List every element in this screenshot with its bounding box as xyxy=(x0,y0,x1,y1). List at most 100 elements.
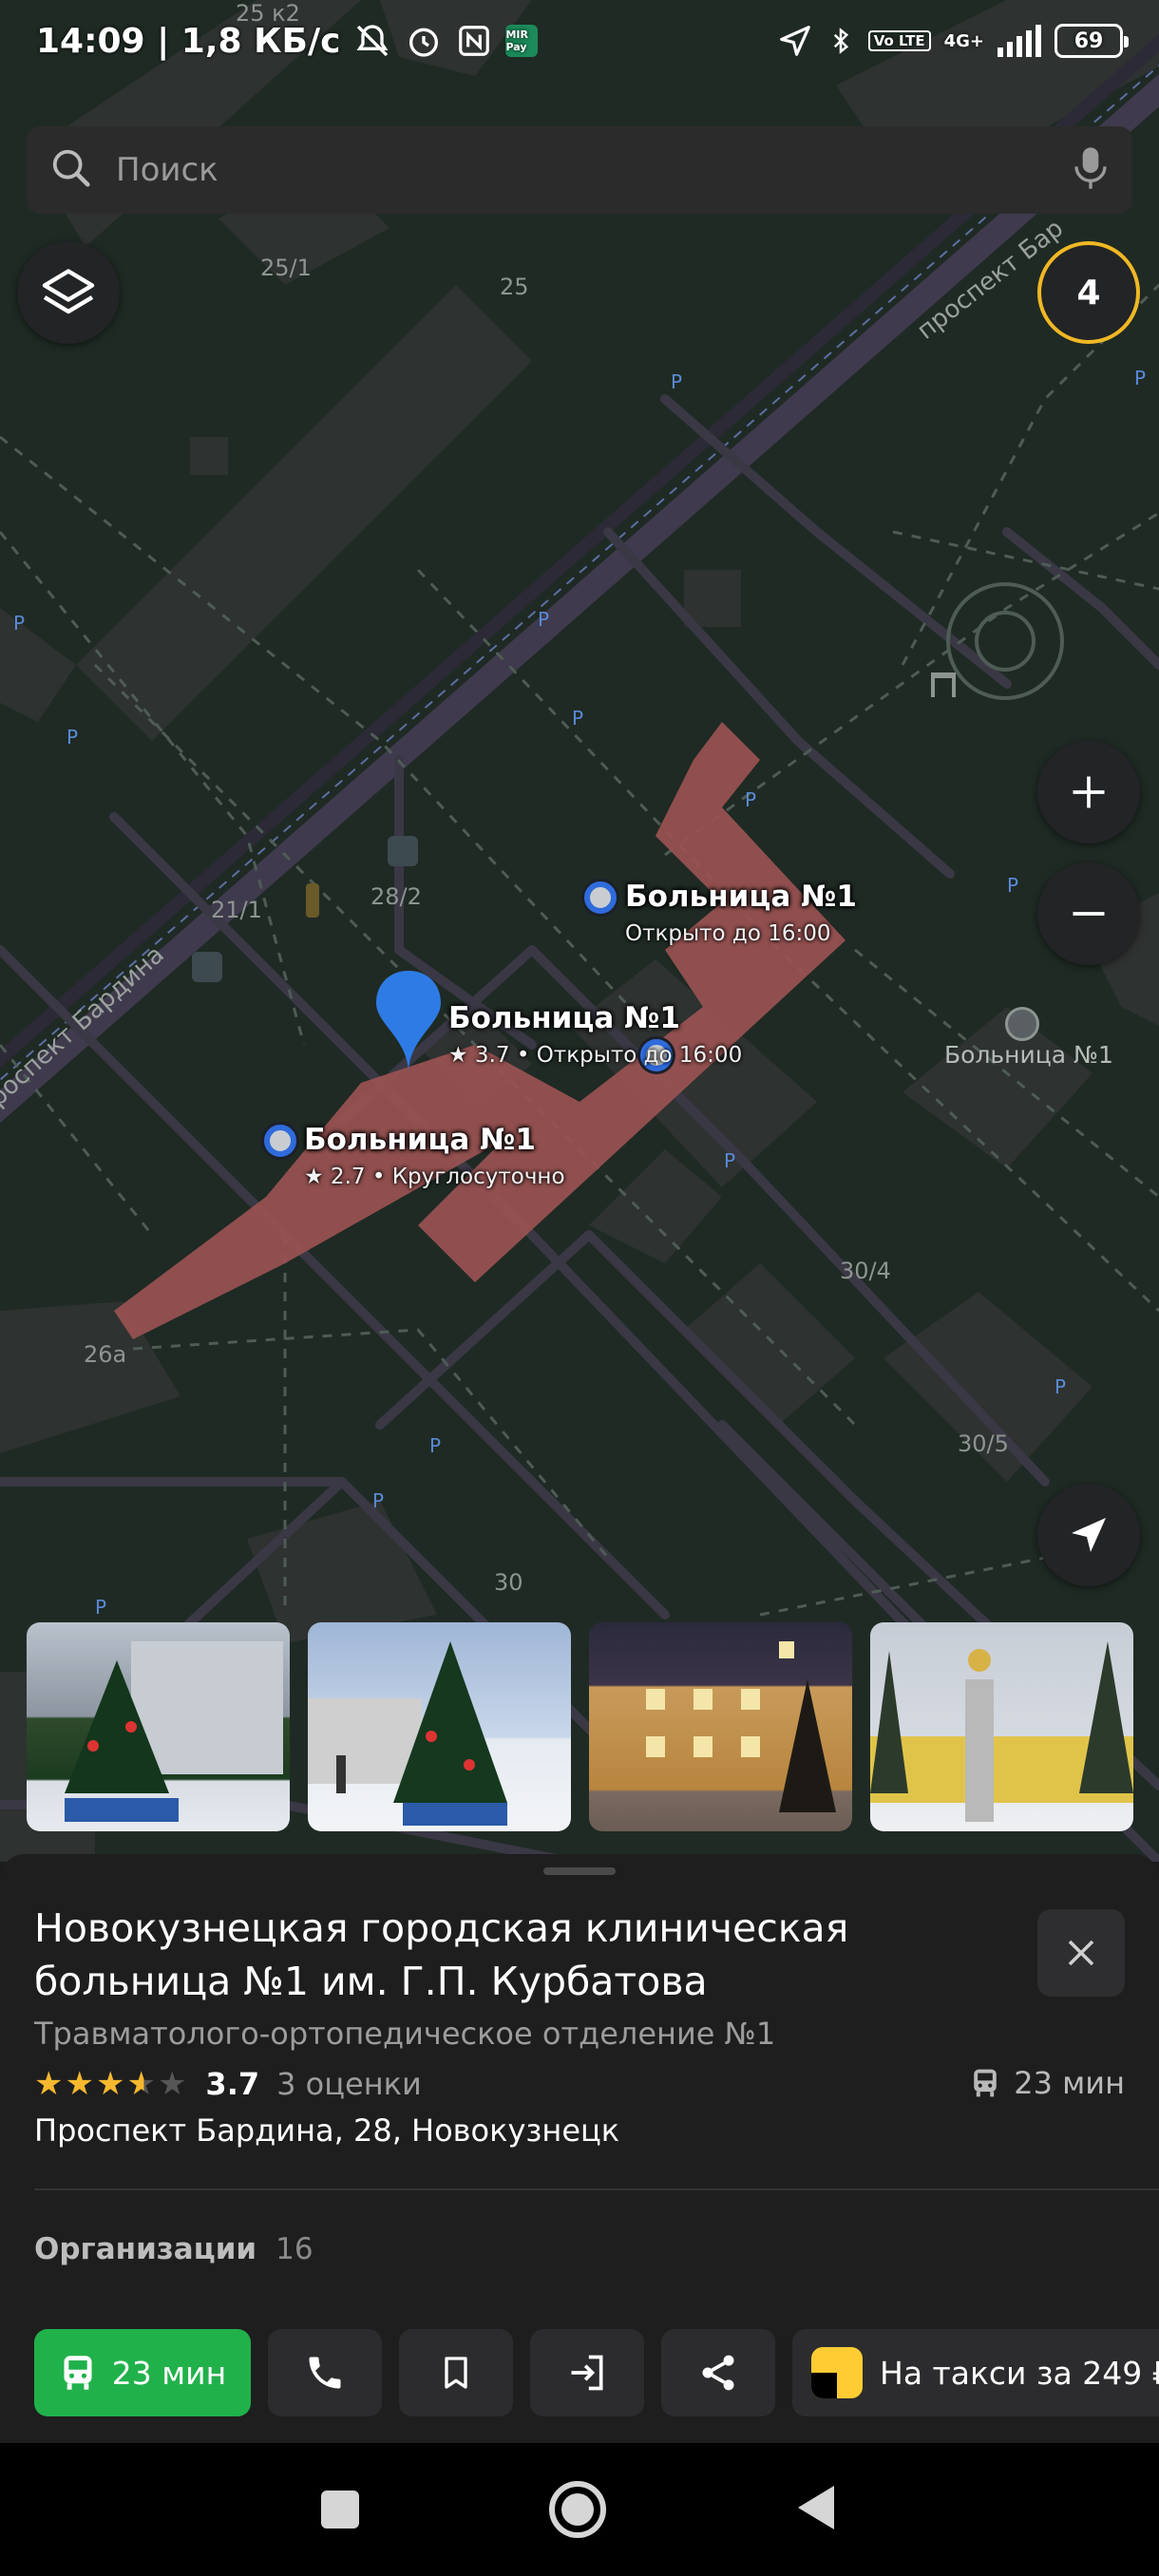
recents-button[interactable] xyxy=(321,2491,359,2529)
home-icon xyxy=(561,2493,594,2526)
house-number: 30 xyxy=(494,1569,523,1596)
star-icon: ★ xyxy=(65,2065,94,2103)
transit-time-label: 23 мин xyxy=(1014,2065,1125,2101)
call-button[interactable] xyxy=(268,2329,382,2416)
signal-icon xyxy=(998,25,1041,57)
bus-stop-icon[interactable] xyxy=(388,836,418,866)
place-photo[interactable] xyxy=(27,1622,290,1831)
enter-button[interactable] xyxy=(530,2329,644,2416)
taxi-label: На такси за 249 ₽ xyxy=(880,2354,1159,2392)
poi-title[interactable]: Больница №1 xyxy=(625,880,857,914)
parking-icon: P xyxy=(66,726,79,748)
place-photo[interactable] xyxy=(589,1622,852,1831)
location-arrow-icon xyxy=(777,23,813,59)
selected-pin-icon[interactable] xyxy=(372,969,445,1075)
close-button[interactable] xyxy=(1037,1909,1125,1997)
place-title: Новокузнецкая городская клиническая боль… xyxy=(34,1905,849,2004)
hospital-icon[interactable] xyxy=(1005,1007,1039,1041)
organizations-row[interactable]: Организации 16 xyxy=(34,2232,314,2266)
poi-title[interactable]: Больница №1 xyxy=(448,1001,680,1035)
parking-icon: P xyxy=(1134,367,1147,389)
place-address[interactable]: Проспект Бардина, 28, Новокузнецк xyxy=(34,2112,619,2149)
network-type: 4G+ xyxy=(943,30,984,51)
star-half-icon: ★ xyxy=(126,2065,156,2103)
phone-icon xyxy=(309,2357,341,2389)
parking-icon: P xyxy=(1007,874,1019,897)
parking-icon: P xyxy=(95,1596,107,1619)
share-button[interactable] xyxy=(661,2329,775,2416)
place-photo[interactable] xyxy=(870,1622,1133,1831)
mir-pay-icon: MIR Pay xyxy=(505,25,539,57)
star-icon: ★ xyxy=(95,2065,125,2103)
route-button[interactable]: 23 мин xyxy=(34,2329,251,2416)
close-icon xyxy=(1068,1940,1094,1966)
home-button[interactable] xyxy=(549,2481,606,2538)
parking-icon: P xyxy=(429,1434,442,1457)
nfc-icon xyxy=(456,23,492,59)
poi-marker[interactable] xyxy=(584,881,617,914)
route-time-label: 23 мин xyxy=(111,2354,227,2392)
bookmark-icon xyxy=(445,2357,467,2389)
place-category: Травматолого-ортопедическое отделение №1 xyxy=(34,2016,776,2052)
rating-row[interactable]: ★ ★ ★ ★ ★ 3.7 3 оценки xyxy=(34,2065,422,2103)
rating-value: 3.7 xyxy=(205,2066,260,2102)
map-view[interactable]: 25 к2 25/1 25 21/1 28/2 26а 30/4 30/5 30… xyxy=(0,0,1159,1862)
house-number: 30/4 xyxy=(840,1258,891,1284)
taxi-logo-icon xyxy=(811,2347,863,2398)
place-photo[interactable] xyxy=(308,1622,571,1831)
back-button[interactable] xyxy=(796,2484,838,2535)
bus-stop-icon[interactable] xyxy=(192,952,222,982)
house-number: 21/1 xyxy=(211,897,262,923)
parking-icon: P xyxy=(538,608,550,631)
parking-icon: P xyxy=(724,1149,736,1172)
battery-icon: 69 xyxy=(1054,24,1129,58)
zoom-out-button[interactable] xyxy=(1037,862,1140,965)
locate-icon xyxy=(1072,1518,1106,1552)
organizations-count: 16 xyxy=(276,2232,314,2266)
house-number: 25 xyxy=(500,274,529,300)
zoom-in-icon xyxy=(1073,776,1105,808)
back-icon xyxy=(798,2486,834,2529)
microphone-icon[interactable] xyxy=(1072,144,1110,196)
bookmark-button[interactable] xyxy=(399,2329,513,2416)
star-rating: ★ ★ ★ ★ ★ xyxy=(34,2065,186,2103)
photo-strip[interactable] xyxy=(27,1622,1133,1831)
layers-icon xyxy=(42,269,95,314)
poi-subtitle: Открыто до 16:00 xyxy=(625,921,831,946)
alarm-icon xyxy=(405,22,443,60)
search-input[interactable]: Поиск xyxy=(116,151,1072,189)
organizations-label: Организации xyxy=(34,2232,257,2266)
parking-icon: P xyxy=(372,1489,385,1512)
divider xyxy=(34,2188,1159,2190)
parking-icon: P xyxy=(745,788,757,811)
cluster-count-badge[interactable]: 4 xyxy=(1037,241,1140,344)
search-icon xyxy=(49,146,93,194)
poi-title[interactable]: Больница №1 xyxy=(304,1123,536,1157)
star-icon: ★ xyxy=(157,2065,187,2103)
reviews-count[interactable]: 3 оценки xyxy=(276,2066,422,2102)
house-number: 25/1 xyxy=(260,255,312,281)
house-number: 30/5 xyxy=(958,1430,1009,1457)
my-location-button[interactable] xyxy=(1037,1484,1140,1586)
parking-icon: P xyxy=(671,370,683,393)
poi-marker[interactable] xyxy=(264,1125,296,1157)
poi-subtitle: ★ 3.7 • Открыто до 16:00 xyxy=(448,1043,743,1068)
parking-icon: P xyxy=(13,612,26,635)
zoom-out-icon xyxy=(1073,912,1105,916)
search-bar[interactable]: Поиск xyxy=(27,126,1132,214)
bluetooth-icon xyxy=(826,23,855,59)
action-bar: 23 мин На такси за 249 ₽ xyxy=(34,2329,1159,2416)
drag-handle[interactable] xyxy=(543,1867,616,1875)
place-card[interactable]: Новокузнецкая городская клиническая боль… xyxy=(0,1854,1159,2443)
enter-icon xyxy=(571,2355,603,2391)
poi-subtitle: ★ 2.7 • Круглосуточно xyxy=(304,1165,565,1189)
system-nav-bar xyxy=(0,2443,1159,2576)
layers-button[interactable] xyxy=(17,241,120,344)
traffic-light-icon xyxy=(306,883,319,918)
bus-icon xyxy=(64,2356,92,2390)
volte-icon: Vo LTE xyxy=(867,30,931,51)
taxi-button[interactable]: На такси за 249 ₽ xyxy=(792,2329,1159,2416)
star-icon: ★ xyxy=(34,2065,64,2103)
poi-label[interactable]: Больница №1 xyxy=(944,1041,1113,1069)
zoom-in-button[interactable] xyxy=(1037,741,1140,843)
